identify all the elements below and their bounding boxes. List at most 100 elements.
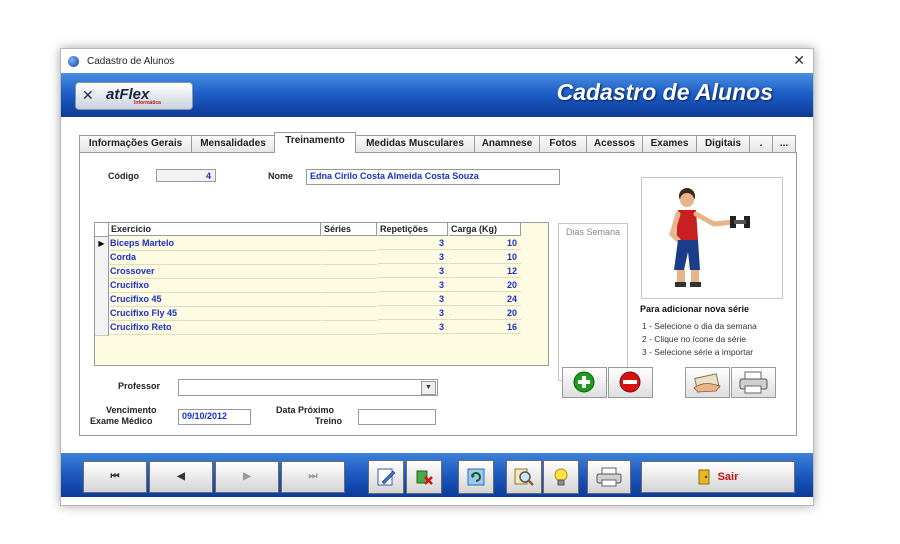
last-record-button[interactable]: ⏭ — [281, 461, 345, 493]
header-banner: ✕ atFlex Informática Cadastro de Alunos — [61, 73, 813, 117]
cadastro-window: Cadastro de Alunos ✕ ✕ atFlex Informátic… — [60, 48, 814, 506]
header-series[interactable]: Séries — [322, 223, 377, 236]
window-title: Cadastro de Alunos — [87, 56, 175, 67]
atflex-logo: ✕ atFlex Informática — [75, 82, 193, 110]
chevron-down-icon[interactable]: ▼ — [421, 381, 436, 395]
athlete-image — [669, 188, 750, 287]
tab-digitais[interactable]: Digitais — [696, 135, 750, 152]
cell-exercicio: Biceps Martelo — [110, 237, 321, 251]
hint-step-3: 3 - Selecione série a importar — [642, 347, 754, 357]
row-indicator — [95, 293, 109, 308]
proximo-treino-label-2: Treino — [315, 416, 343, 426]
codigo-label: Código — [108, 171, 139, 181]
first-record-button[interactable]: ⏮ — [83, 461, 147, 493]
refresh-button[interactable] — [458, 460, 494, 494]
tab-label: Informações Gerais — [88, 138, 183, 149]
cell-carga: 20 — [449, 279, 521, 292]
grid-corner — [95, 223, 109, 237]
tab-treinamento[interactable]: Treinamento — [274, 132, 356, 153]
hint-title: Para adicionar nova série — [640, 304, 750, 314]
treinamento-panel: Código 4 Nome Edna Cirilo Costa Almeida … — [79, 152, 797, 436]
cell-exercicio: Crucifixo Fly 45 — [110, 307, 321, 321]
nome-label: Nome — [268, 171, 294, 181]
cell-exercicio: Crossover — [110, 265, 321, 279]
cell-carga: 12 — [449, 265, 521, 278]
sair-label: Sair — [717, 471, 739, 483]
refresh-icon — [467, 468, 485, 486]
tab-anamnese[interactable]: Anamnese — [474, 135, 540, 152]
cell-carga: 24 — [449, 293, 521, 306]
proximo-treino-field[interactable] — [358, 409, 436, 425]
cell-repeticoes: 3 — [378, 237, 448, 250]
row-indicator — [95, 321, 109, 336]
tab-exames[interactable]: Exames — [642, 135, 697, 152]
print-series-button[interactable] — [731, 367, 776, 398]
professor-label: Professor — [118, 381, 161, 391]
remove-series-button[interactable] — [608, 367, 653, 398]
vencimento-field[interactable]: 09/10/2012 — [178, 409, 251, 425]
printer-icon — [596, 467, 622, 487]
cell-repeticoes: 3 — [378, 293, 448, 306]
dias-semana-list[interactable]: Dias Semana — [558, 223, 628, 381]
cell-carga: 20 — [449, 307, 521, 320]
cell-exercicio: Corda — [110, 251, 321, 265]
close-icon[interactable]: ✕ — [793, 52, 805, 69]
cell-series — [322, 251, 377, 265]
cell-exercicio: Crucifixo — [110, 279, 321, 293]
previous-record-button[interactable]: ◀ — [149, 461, 213, 493]
sair-button[interactable]: Sair — [641, 461, 795, 493]
magnifier-icon — [514, 468, 534, 486]
app-icon — [68, 56, 79, 67]
header-carga[interactable]: Carga (Kg) — [449, 223, 521, 236]
lightbulb-icon — [554, 468, 568, 486]
printer-icon — [739, 371, 768, 394]
cell-carga: 16 — [449, 321, 521, 334]
vencimento-label-2: Exame Médico — [90, 416, 153, 426]
logo-subtitle: Informática — [134, 100, 161, 106]
tab-dot[interactable]: . — [749, 135, 773, 152]
exercicios-grid: Exercicio Séries Repetições Carga (Kg) ▶… — [94, 222, 549, 366]
cell-carga: 10 — [449, 251, 521, 264]
codigo-field[interactable]: 4 — [156, 169, 216, 182]
tab-label: Fotos — [549, 138, 577, 149]
row-indicator — [95, 279, 109, 294]
tab-label: Medidas Musculares — [366, 138, 464, 149]
footer-toolbar: ⏮ ◀ ▶ ⏭ Sair — [61, 447, 813, 505]
header-exercicio[interactable]: Exercicio — [109, 223, 321, 236]
delete-button[interactable] — [406, 460, 442, 494]
tab-label: . — [759, 138, 763, 149]
cell-repeticoes: 3 — [378, 251, 448, 264]
search-button[interactable] — [506, 460, 542, 494]
tab-label: ... — [779, 138, 789, 149]
minus-circle-icon — [619, 371, 641, 393]
next-record-button[interactable]: ▶ — [215, 461, 279, 493]
professor-select[interactable]: ▼ — [178, 379, 438, 396]
tab-medidas-musculares[interactable]: Medidas Musculares — [355, 135, 475, 152]
page-title: Cadastro de Alunos — [556, 79, 773, 105]
edit-icon — [377, 468, 396, 486]
print-button[interactable] — [587, 460, 631, 494]
hand-card-icon — [693, 373, 721, 393]
header-repeticoes[interactable]: Repetições — [378, 223, 448, 236]
cell-repeticoes: 3 — [378, 265, 448, 278]
row-indicator — [95, 307, 109, 322]
tab-acessos[interactable]: Acessos — [586, 135, 643, 152]
door-exit-icon — [698, 469, 710, 485]
tab-mensalidades[interactable]: Mensalidades — [191, 135, 275, 152]
cell-series — [322, 307, 377, 321]
tab-label: Exames — [650, 138, 689, 149]
cell-exercicio: Crucifixo 45 — [110, 293, 321, 307]
cell-carga: 10 — [449, 237, 521, 250]
hint-step-2: 2 - Clique no ícone da série — [642, 334, 746, 344]
dias-semana-label: Dias Semana — [566, 227, 621, 237]
import-series-button[interactable] — [685, 367, 730, 398]
tips-button[interactable] — [543, 460, 579, 494]
nome-field[interactable]: Edna Cirilo Costa Almeida Costa Souza — [306, 169, 560, 185]
tab-informacoes-gerais[interactable]: Informações Gerais — [79, 135, 192, 152]
title-bar: Cadastro de Alunos ✕ — [61, 49, 813, 73]
edit-button[interactable] — [368, 460, 404, 494]
tab-fotos[interactable]: Fotos — [539, 135, 587, 152]
add-series-button[interactable] — [562, 367, 607, 398]
main-content: Informações Gerais Mensalidades Treiname… — [61, 117, 813, 447]
tab-more[interactable]: ... — [772, 135, 796, 152]
